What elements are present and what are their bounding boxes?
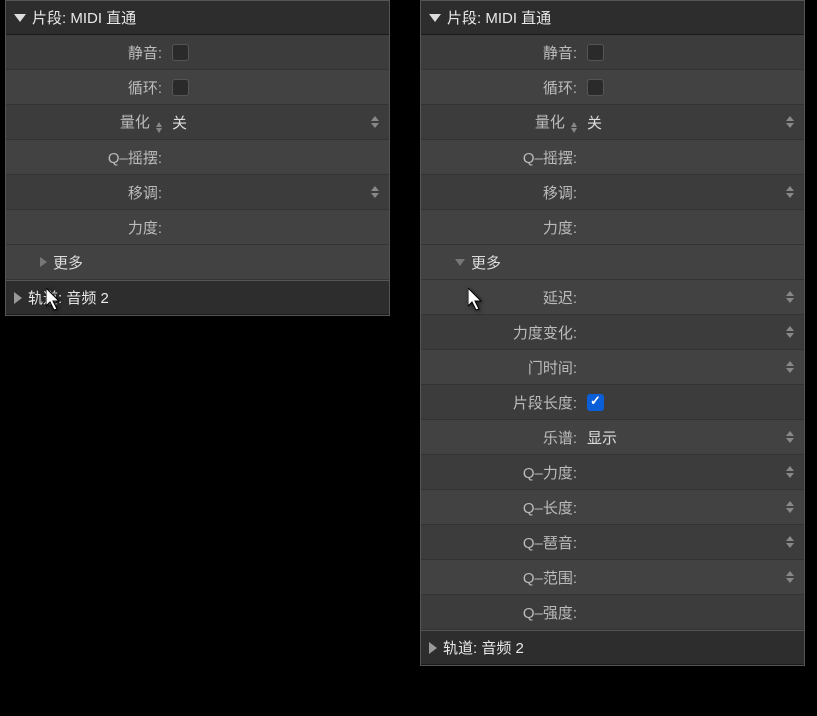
track-section-header[interactable]: 轨道: 音频 2 [421,630,804,665]
score-label: 乐谱: [421,427,581,448]
quantize-value[interactable]: 关 [166,112,389,133]
stepper-icon[interactable] [786,431,794,443]
qswing-label: Q–摇摆: [421,147,581,168]
qswing-label: Q–摇摆: [6,147,166,168]
cliplen-value[interactable] [581,394,804,411]
region-section-header[interactable]: 片段: MIDI 直通 [6,1,389,35]
loop-row: 循环: [421,70,804,105]
stepper-icon[interactable] [786,571,794,583]
more-label: 更多 [53,252,83,273]
stepper-icon[interactable] [786,326,794,338]
transpose-row: 移调: [6,175,389,210]
loop-label: 循环: [421,77,581,98]
mute-checkbox[interactable] [587,44,604,61]
disclosure-right-icon [429,642,437,654]
quantize-label-stepper-icon [156,122,162,133]
velocity-label: 力度: [421,217,581,238]
inspector-panel-expanded: 片段: MIDI 直通 静音: 循环: 量化 关 Q–摇摆: 移调: 力度: 更… [420,0,805,666]
loop-value[interactable] [581,79,804,96]
more-label: 更多 [471,252,501,273]
score-value-text: 显示 [587,427,617,448]
qvel-row: Q–力度: [421,455,804,490]
velocity-label: 力度: [6,217,166,238]
region-header-label: 片段: MIDI 直通 [447,7,551,28]
stepper-icon[interactable] [371,186,379,198]
mute-value[interactable] [581,44,804,61]
quantize-label: 量化 [6,111,166,133]
stepper-icon[interactable] [786,361,794,373]
qstrength-row: Q–强度: [421,595,804,630]
qswing-row: Q–摇摆: [6,140,389,175]
transpose-label: 移调: [421,182,581,203]
delay-row: 延迟: [421,280,804,315]
inspector-panel-collapsed: 片段: MIDI 直通 静音: 循环: 量化 关 Q–摇摆: 移调: 力度: [5,0,390,316]
quantize-value-text: 关 [172,112,187,133]
velocity-row: 力度: [421,210,804,245]
cliplen-row: 片段长度: [421,385,804,420]
stepper-icon[interactable] [786,501,794,513]
qlen-row: Q–长度: [421,490,804,525]
loop-checkbox[interactable] [172,79,189,96]
mute-checkbox[interactable] [172,44,189,61]
mute-label: 静音: [6,42,166,63]
velrange-label: 力度变化: [421,322,581,343]
mute-row: 静音: [6,35,389,70]
more-disclosure[interactable]: 更多 [6,245,389,280]
cliplen-label: 片段长度: [421,392,581,413]
quantize-value-text: 关 [587,112,602,133]
quantize-row: 量化 关 [6,105,389,140]
quantize-label: 量化 [421,111,581,133]
loop-row: 循环: [6,70,389,105]
qflam-label: Q–琶音: [421,532,581,553]
cliplen-checkbox[interactable] [587,394,604,411]
stepper-icon[interactable] [786,466,794,478]
disclosure-down-icon [429,14,441,22]
region-header-label: 片段: MIDI 直通 [32,7,136,28]
stepper-icon[interactable] [786,186,794,198]
quantize-value[interactable]: 关 [581,112,804,133]
qvel-label: Q–力度: [421,462,581,483]
disclosure-down-icon [14,14,26,22]
qrange-label: Q–范围: [421,567,581,588]
score-row: 乐谱: 显示 [421,420,804,455]
gate-row: 门时间: [421,350,804,385]
quantize-label-stepper-icon [571,122,577,133]
disclosure-right-icon [40,257,47,267]
region-section-header[interactable]: 片段: MIDI 直通 [421,1,804,35]
transpose-row: 移调: [421,175,804,210]
velrange-row: 力度变化: [421,315,804,350]
qflam-row: Q–琶音: [421,525,804,560]
stepper-icon[interactable] [786,291,794,303]
delay-label: 延迟: [421,287,581,308]
qlen-label: Q–长度: [421,497,581,518]
disclosure-right-icon [14,292,22,304]
mute-label: 静音: [421,42,581,63]
stepper-icon[interactable] [371,116,379,128]
qstrength-label: Q–强度: [421,602,581,623]
mute-row: 静音: [421,35,804,70]
loop-value[interactable] [166,79,389,96]
track-section-header[interactable]: 轨道: 音频 2 [6,280,389,315]
track-header-label: 轨道: 音频 2 [443,637,524,658]
disclosure-down-icon [455,259,465,266]
stepper-icon[interactable] [786,536,794,548]
loop-checkbox[interactable] [587,79,604,96]
stepper-icon[interactable] [786,116,794,128]
loop-label: 循环: [6,77,166,98]
transpose-label: 移调: [6,182,166,203]
quantize-row: 量化 关 [421,105,804,140]
velocity-row: 力度: [6,210,389,245]
score-value[interactable]: 显示 [581,427,804,448]
mute-value[interactable] [166,44,389,61]
more-disclosure[interactable]: 更多 [421,245,804,280]
qswing-row: Q–摇摆: [421,140,804,175]
track-header-label: 轨道: 音频 2 [28,287,109,308]
gate-label: 门时间: [421,357,581,378]
qrange-row: Q–范围: [421,560,804,595]
